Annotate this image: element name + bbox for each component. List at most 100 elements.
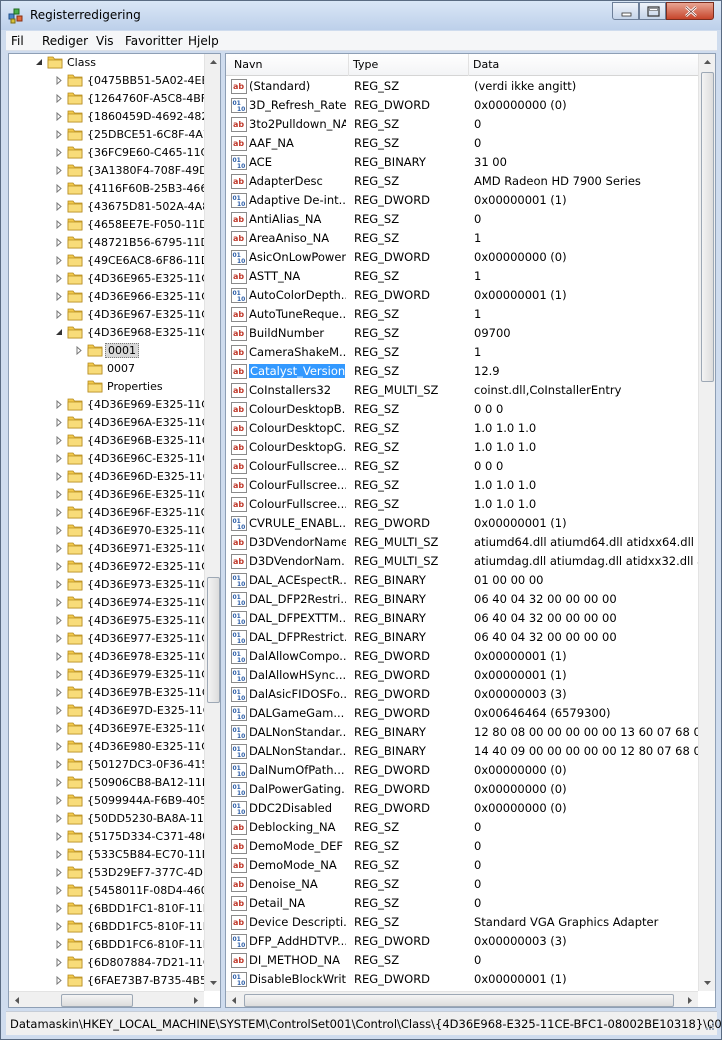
scroll-left-icon[interactable] xyxy=(226,992,243,1008)
scroll-left-icon[interactable] xyxy=(9,992,26,1008)
expand-arrow-icon[interactable] xyxy=(55,508,63,517)
tree-item[interactable]: {5458011F-08D4-4605- xyxy=(9,882,204,900)
expand-arrow-icon[interactable] xyxy=(55,688,63,697)
tree-item[interactable]: {6BDD1FC6-810F-11D0 xyxy=(9,936,204,954)
expand-arrow-icon[interactable] xyxy=(55,274,63,283)
value-row[interactable]: 01 10 DAL_DFP2Restri... REG_BINARY 06 40 04 … xyxy=(226,590,698,609)
value-row[interactable]: ab AreaAniso_NA REG_SZ 1 xyxy=(226,229,698,248)
scroll-right-icon[interactable] xyxy=(187,992,204,1008)
expand-arrow-icon[interactable] xyxy=(55,598,63,607)
value-row[interactable]: ab ColourFullscree... REG_SZ 1.0 1.0 1.0 xyxy=(226,495,698,514)
tree-item[interactable]: Properties xyxy=(9,378,204,396)
value-row[interactable]: 01 10 Adaptive De-int... REG_DWORD 0x0000000… xyxy=(226,191,698,210)
tree-item[interactable]: {4D36E974-E325-11CE xyxy=(9,594,204,612)
value-row[interactable]: 01 10 DalAsicFIDOSFo... REG_DWORD 0x00000003… xyxy=(226,685,698,704)
tree-item[interactable]: {4D36E97B-E325-11CE xyxy=(9,684,204,702)
tree-item[interactable]: {1860459D-4692-4825- xyxy=(9,108,204,126)
tree-hscroll-thumb[interactable] xyxy=(61,994,133,1007)
expand-arrow-icon[interactable] xyxy=(55,904,63,913)
values-vertical-scrollbar[interactable] xyxy=(698,54,715,991)
value-row[interactable]: ab AdapterDesc REG_SZ AMD Radeon HD 7900 Se… xyxy=(226,172,698,191)
tree-item[interactable]: {4D36E97E-E325-11CE xyxy=(9,720,204,738)
value-row[interactable]: ab ColourDesktopB... REG_SZ 0 0 0 xyxy=(226,400,698,419)
tree-item[interactable]: {48721B56-6795-11D2- xyxy=(9,234,204,252)
tree-item[interactable]: {4D36E966-E325-11CE xyxy=(9,288,204,306)
tree-item[interactable]: {4D36E978-E325-11CE xyxy=(9,648,204,666)
tree-item[interactable]: {53D29EF7-377C-4D14 xyxy=(9,864,204,882)
value-row[interactable]: 01 10 DAL_DFPRestrict... REG_BINARY 06 40 04… xyxy=(226,628,698,647)
expand-arrow-icon[interactable] xyxy=(75,346,83,355)
expand-arrow-icon[interactable] xyxy=(55,166,63,175)
expand-arrow-icon[interactable] xyxy=(55,112,63,121)
value-row[interactable]: 01 10 DalAllowHSync... REG_DWORD 0x00000001 … xyxy=(226,666,698,685)
value-row[interactable]: ab CameraShakeM... REG_SZ 1 xyxy=(226,343,698,362)
tree-item[interactable]: {43675D81-502A-4A82 xyxy=(9,198,204,216)
expand-arrow-icon[interactable] xyxy=(55,724,63,733)
expand-arrow-icon[interactable] xyxy=(55,238,63,247)
expand-arrow-icon[interactable] xyxy=(55,580,63,589)
column-type[interactable]: Type xyxy=(353,58,378,71)
tree-item[interactable]: {4D36E977-E325-11CE xyxy=(9,630,204,648)
collapse-arrow-icon[interactable] xyxy=(35,58,43,67)
tree-item[interactable]: {49CE6AC8-6F86-11D2 xyxy=(9,252,204,270)
tree-item[interactable]: {4D36E979-E325-11CE xyxy=(9,666,204,684)
tree-item[interactable]: 0007 xyxy=(9,360,204,378)
expand-arrow-icon[interactable] xyxy=(55,634,63,643)
expand-arrow-icon[interactable] xyxy=(55,418,63,427)
menu-view[interactable]: Vis xyxy=(96,34,114,48)
expand-arrow-icon[interactable] xyxy=(55,814,63,823)
value-row[interactable]: ab AAF_NA REG_SZ 0 xyxy=(226,134,698,153)
expand-arrow-icon[interactable] xyxy=(55,130,63,139)
tree-item[interactable]: {4D36E97D-E325-11CE xyxy=(9,702,204,720)
expand-arrow-icon[interactable] xyxy=(55,220,63,229)
value-row[interactable]: 01 10 DALNonStandar... REG_BINARY 14 40 09 0… xyxy=(226,742,698,761)
tree-item[interactable]: {4D36E968-E325-11CE xyxy=(9,324,204,342)
value-row[interactable]: 01 10 AutoColorDepth... REG_DWORD 0x00000001… xyxy=(226,286,698,305)
value-row[interactable]: ab DemoMode_NA REG_SZ 0 xyxy=(226,856,698,875)
value-row[interactable]: 01 10 DisableBlockWrite REG_DWORD 0x00000001… xyxy=(226,970,698,989)
value-row[interactable]: ab ColourFullscree... REG_SZ 1.0 1.0 1.0 xyxy=(226,476,698,495)
expand-arrow-icon[interactable] xyxy=(55,184,63,193)
column-data[interactable]: Data xyxy=(473,58,499,71)
tree-item[interactable]: 0001 xyxy=(9,342,204,360)
value-row[interactable]: 01 10 DalAllowCompo... REG_DWORD 0x00000001 … xyxy=(226,647,698,666)
value-row[interactable]: 01 10 DALGameGam... REG_DWORD 0x00646464 (65… xyxy=(226,704,698,723)
expand-arrow-icon[interactable] xyxy=(55,256,63,265)
tree-item[interactable]: {533C5B84-EC70-11D2 xyxy=(9,846,204,864)
expand-arrow-icon[interactable] xyxy=(55,616,63,625)
tree-item[interactable]: {4D36E96A-E325-11CE xyxy=(9,414,204,432)
expand-arrow-icon[interactable] xyxy=(55,400,63,409)
tree-item[interactable]: {4D36E980-E325-11CE xyxy=(9,738,204,756)
tree-item[interactable]: {4D36E973-E325-11CE xyxy=(9,576,204,594)
scroll-down-icon[interactable] xyxy=(205,974,221,991)
tree-item[interactable]: {4D36E970-E325-11CE xyxy=(9,522,204,540)
tree-item[interactable]: {4D36E96F-E325-11CE xyxy=(9,504,204,522)
title-bar[interactable]: Registerredigering xyxy=(1,1,721,30)
tree-item[interactable]: {0475BB51-5A02-4EE0 xyxy=(9,72,204,90)
expand-arrow-icon[interactable] xyxy=(55,544,63,553)
expand-arrow-icon[interactable] xyxy=(55,526,63,535)
value-row[interactable]: ab CoInstallers32 REG_MULTI_SZ coinst.dll,C… xyxy=(226,381,698,400)
expand-arrow-icon[interactable] xyxy=(55,706,63,715)
expand-arrow-icon[interactable] xyxy=(55,670,63,679)
expand-arrow-icon[interactable] xyxy=(55,76,63,85)
value-row[interactable]: ab D3DVendorName REG_MULTI_SZ atiumd64.dll … xyxy=(226,533,698,552)
value-row[interactable]: 01 10 ACE REG_BINARY 31 00 xyxy=(226,153,698,172)
collapse-arrow-icon[interactable] xyxy=(55,328,63,337)
tree-item[interactable]: {3A1380F4-708F-49DE xyxy=(9,162,204,180)
value-row[interactable]: 01 10 DALNonStandar... REG_BINARY 12 80 08 0… xyxy=(226,723,698,742)
tree-item[interactable]: {4D36E969-E325-11CE xyxy=(9,396,204,414)
tree-item[interactable]: {6BDD1FC1-810F-11D0 xyxy=(9,900,204,918)
tree-item[interactable]: {6D807884-7D21-11CF xyxy=(9,954,204,972)
tree-vertical-scrollbar[interactable] xyxy=(204,54,221,991)
tree-item[interactable]: {4D36E96B-E325-11CE xyxy=(9,432,204,450)
value-row[interactable]: ab AntiAlias_NA REG_SZ 0 xyxy=(226,210,698,229)
value-row[interactable]: 01 10 DDC2Disabled REG_DWORD 0x00000000 (0) xyxy=(226,799,698,818)
tree-item[interactable]: {50906CB8-BA12-11D1 xyxy=(9,774,204,792)
expand-arrow-icon[interactable] xyxy=(55,796,63,805)
tree-item[interactable]: {50DD5230-BA8A-11D xyxy=(9,810,204,828)
expand-arrow-icon[interactable] xyxy=(55,94,63,103)
value-row[interactable]: ab ColourDesktopG... REG_SZ 1.0 1.0 1.0 xyxy=(226,438,698,457)
expand-arrow-icon[interactable] xyxy=(55,940,63,949)
value-row[interactable]: ab AutoTuneReque... REG_SZ 1 xyxy=(226,305,698,324)
